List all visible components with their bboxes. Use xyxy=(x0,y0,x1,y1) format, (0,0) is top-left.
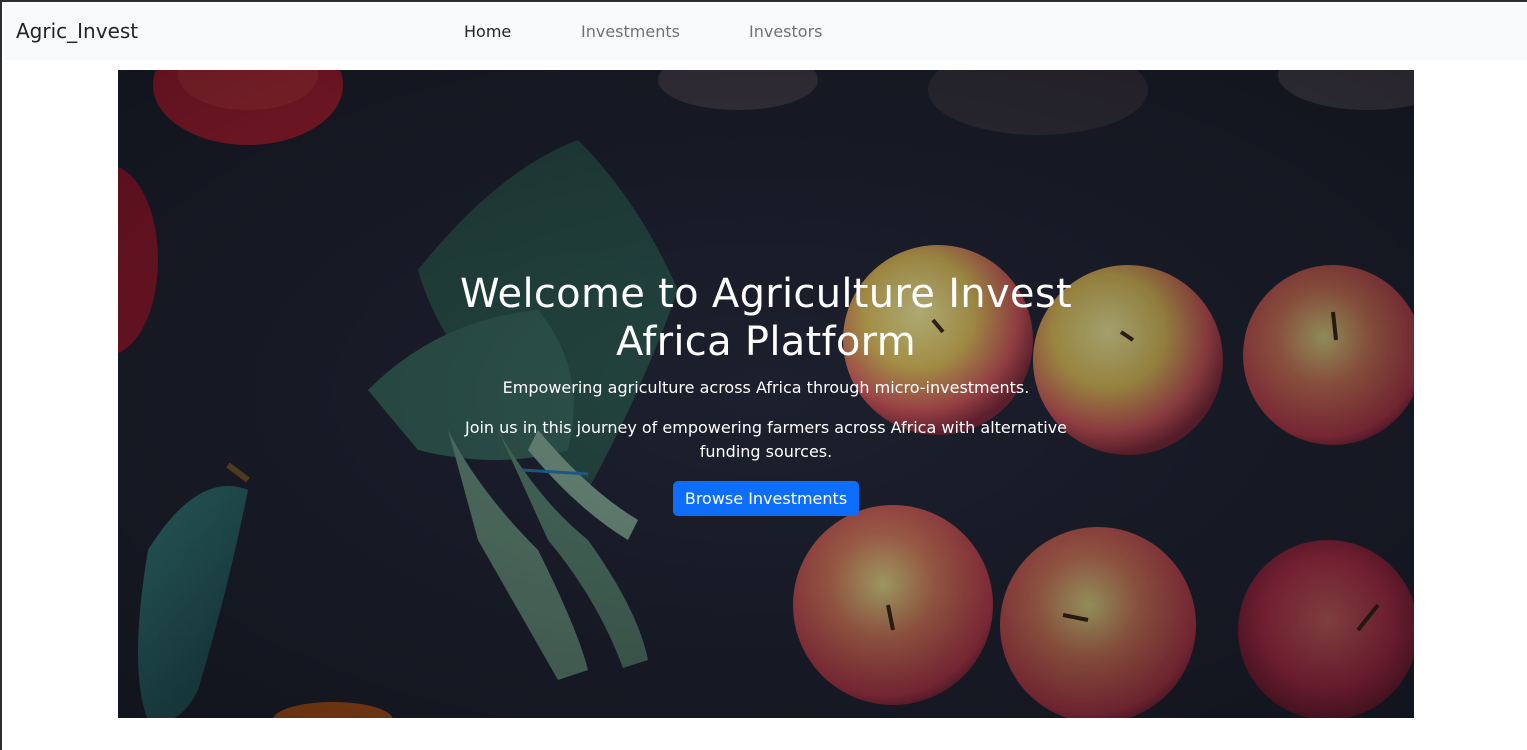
hero-banner: Welcome to Agriculture Invest Africa Pla… xyxy=(118,70,1414,718)
nav-link-investors[interactable]: Investors xyxy=(749,22,822,41)
nav-link-investments[interactable]: Investments xyxy=(581,22,680,41)
nav-link-home[interactable]: Home xyxy=(464,22,511,41)
brand-logo[interactable]: Agric_Invest xyxy=(16,19,138,43)
browse-investments-button[interactable]: Browse Investments xyxy=(672,481,860,516)
hero-description: Join us in this journey of empowering fa… xyxy=(464,418,1068,461)
hero-title: Welcome to Agriculture Invest Africa Pla… xyxy=(460,271,1072,365)
hero-subtitle: Empowering agriculture across Africa thr… xyxy=(502,378,1030,397)
hero-content: Welcome to Agriculture Invest Africa Pla… xyxy=(448,270,1084,516)
navbar: Agric_Invest Home Investments Investors xyxy=(4,4,1527,60)
browser-viewport: Agric_Invest Home Investments Investors xyxy=(0,0,1527,750)
